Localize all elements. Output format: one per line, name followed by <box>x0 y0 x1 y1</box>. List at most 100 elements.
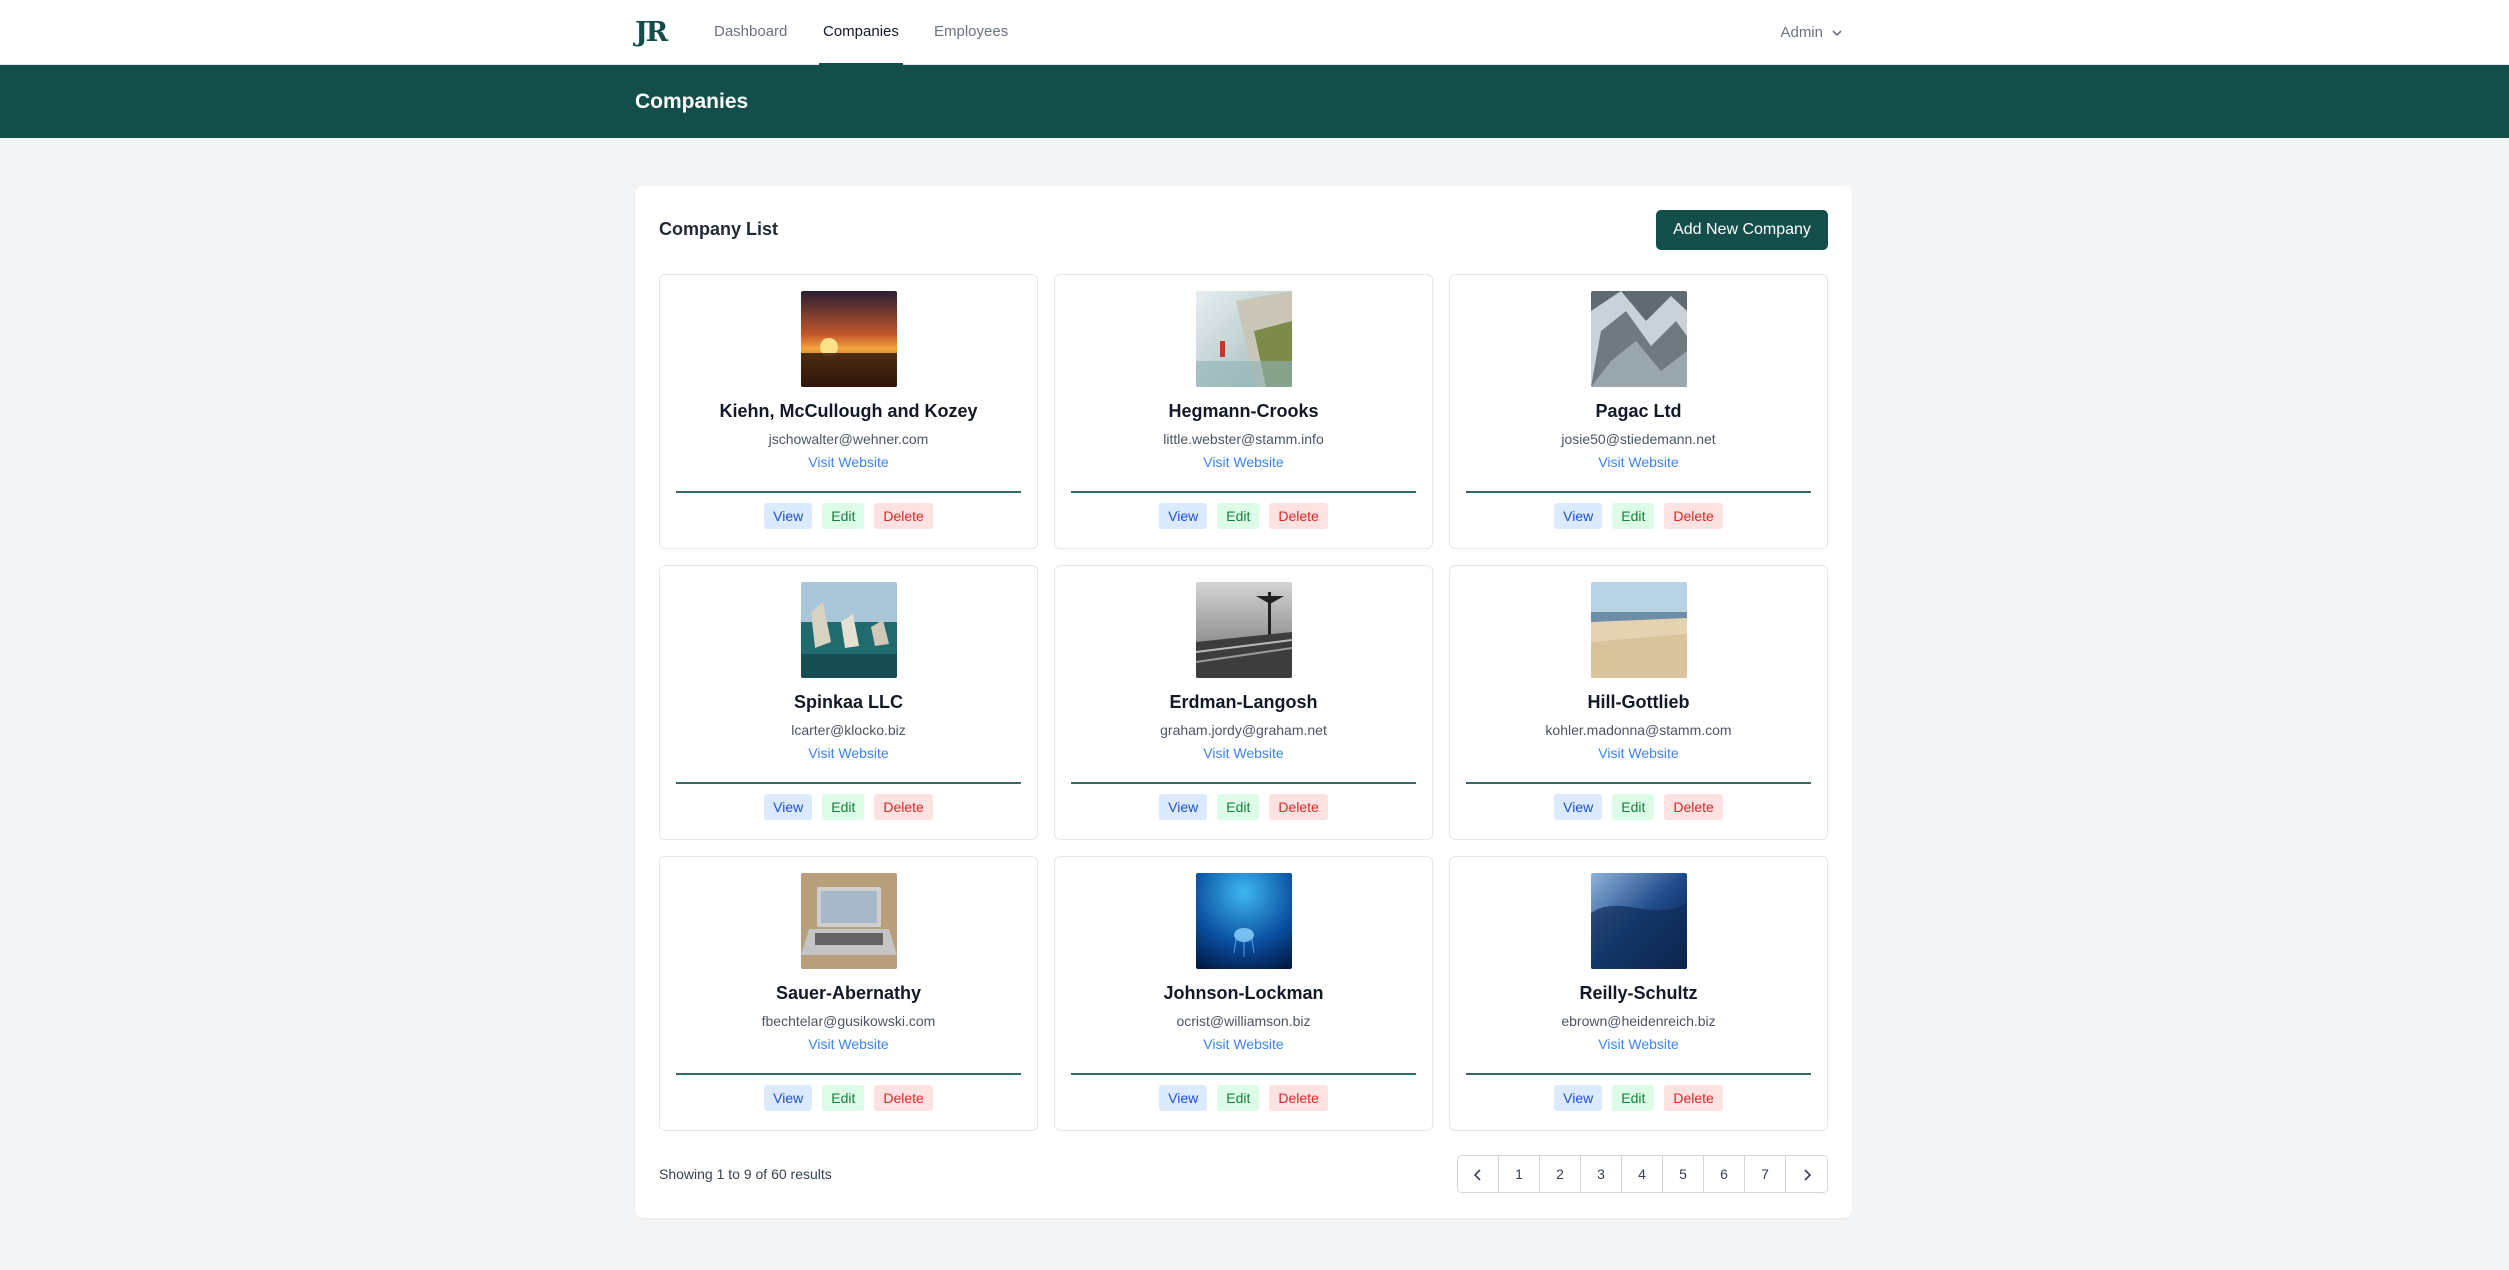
delete-button[interactable]: Delete <box>1664 1085 1723 1111</box>
user-name: Admin <box>1780 23 1823 41</box>
delete-button[interactable]: Delete <box>1269 503 1328 529</box>
edit-button[interactable]: Edit <box>1217 794 1260 820</box>
company-image[interactable] <box>1590 582 1687 678</box>
visit-website-link[interactable]: Visit Website <box>1598 1036 1678 1052</box>
company-email: ocrist@williamson.biz <box>1176 1013 1311 1029</box>
edit-button[interactable]: Edit <box>1612 1085 1655 1111</box>
company-image[interactable] <box>1195 582 1292 678</box>
edit-button[interactable]: Edit <box>822 1085 865 1111</box>
delete-button[interactable]: Delete <box>1664 794 1723 820</box>
card-divider <box>676 491 1021 493</box>
delete-button[interactable]: Delete <box>1269 794 1328 820</box>
company-name: Pagac Ltd <box>1595 401 1682 421</box>
visit-website-link[interactable]: Visit Website <box>808 745 888 761</box>
card-divider <box>1466 1073 1811 1075</box>
visit-website-link[interactable]: Visit Website <box>1203 745 1283 761</box>
edit-button[interactable]: Edit <box>1612 503 1655 529</box>
delete-button[interactable]: Delete <box>874 794 933 820</box>
company-card: Reilly-Schultz ebrown@heidenreich.biz Vi… <box>1449 856 1828 1131</box>
page-5-button[interactable]: 5 <box>1663 1156 1704 1192</box>
visit-website-link[interactable]: Visit Website <box>1598 745 1678 761</box>
company-card: Hegmann-Crooks little.webster@stamm.info… <box>1054 274 1433 549</box>
company-name: Spinkaa LLC <box>793 692 904 712</box>
nav-employees[interactable]: Employees <box>934 0 1008 65</box>
view-button[interactable]: View <box>764 503 813 529</box>
card-divider <box>1466 782 1811 784</box>
view-button[interactable]: View <box>1159 503 1208 529</box>
company-grid: Kiehn, McCullough and Kozey jschowalter@… <box>659 274 1828 1131</box>
chevron-right-icon <box>1803 1169 1811 1181</box>
edit-button[interactable]: Edit <box>822 794 865 820</box>
pagination: 1 2 3 4 5 6 7 <box>1457 1155 1828 1193</box>
company-email: little.webster@stamm.info <box>1163 431 1324 447</box>
company-card: Johnson-Lockman ocrist@williamson.biz Vi… <box>1054 856 1433 1131</box>
company-list-panel: Company List Add New Company Kiehn, McCu… <box>635 186 1852 1218</box>
card-divider <box>1071 782 1416 784</box>
nav-companies[interactable]: Companies <box>819 0 903 65</box>
company-image[interactable] <box>800 873 897 969</box>
visit-website-link[interactable]: Visit Website <box>808 1036 888 1052</box>
page-title: Companies <box>635 90 749 113</box>
company-card: Kiehn, McCullough and Kozey jschowalter@… <box>659 274 1038 549</box>
company-image[interactable] <box>800 291 897 387</box>
page-3-button[interactable]: 3 <box>1581 1156 1622 1192</box>
company-email: fbechtelar@gusikowski.com <box>761 1013 936 1029</box>
card-divider <box>1466 491 1811 493</box>
view-button[interactable]: View <box>764 1085 813 1111</box>
card-actions: View Edit Delete <box>660 794 1037 820</box>
previous-page-button[interactable] <box>1458 1156 1499 1192</box>
card-actions: View Edit Delete <box>660 503 1037 529</box>
delete-button[interactable]: Delete <box>1269 1085 1328 1111</box>
delete-button[interactable]: Delete <box>874 1085 933 1111</box>
next-page-button[interactable] <box>1786 1156 1827 1192</box>
company-email: ebrown@heidenreich.biz <box>1561 1013 1716 1029</box>
edit-button[interactable]: Edit <box>1217 1085 1260 1111</box>
results-summary: Showing 1 to 9 of 60 results <box>659 1166 832 1182</box>
company-image[interactable] <box>1590 873 1687 969</box>
company-name: Johnson-Lockman <box>1163 983 1324 1003</box>
card-divider <box>1071 491 1416 493</box>
view-button[interactable]: View <box>1554 794 1603 820</box>
company-image[interactable] <box>1195 291 1292 387</box>
page-4-button[interactable]: 4 <box>1622 1156 1663 1192</box>
visit-website-link[interactable]: Visit Website <box>1598 454 1678 470</box>
edit-button[interactable]: Edit <box>822 503 865 529</box>
view-button[interactable]: View <box>764 794 813 820</box>
company-email: jschowalter@wehner.com <box>768 431 929 447</box>
company-card: Pagac Ltd josie50@stiedemann.net Visit W… <box>1449 274 1828 549</box>
company-image[interactable] <box>1590 291 1687 387</box>
company-email: kohler.madonna@stamm.com <box>1545 722 1732 738</box>
view-button[interactable]: View <box>1159 1085 1208 1111</box>
page-6-button[interactable]: 6 <box>1704 1156 1745 1192</box>
view-button[interactable]: View <box>1159 794 1208 820</box>
user-menu[interactable]: Admin <box>1780 0 1843 65</box>
card-actions: View Edit Delete <box>1055 1085 1432 1111</box>
company-image[interactable] <box>1195 873 1292 969</box>
page-1-button[interactable]: 1 <box>1499 1156 1540 1192</box>
card-divider <box>1071 1073 1416 1075</box>
view-button[interactable]: View <box>1554 503 1603 529</box>
visit-website-link[interactable]: Visit Website <box>1203 1036 1283 1052</box>
company-name: Hill-Gottlieb <box>1587 692 1690 712</box>
page-2-button[interactable]: 2 <box>1540 1156 1581 1192</box>
chevron-left-icon <box>1473 1169 1481 1181</box>
nav-dashboard[interactable]: Dashboard <box>714 0 787 65</box>
add-company-button[interactable]: Add New Company <box>1656 210 1828 250</box>
visit-website-link[interactable]: Visit Website <box>1203 454 1283 470</box>
edit-button[interactable]: Edit <box>1612 794 1655 820</box>
panel-title: Company List <box>659 219 779 239</box>
chevron-down-icon <box>1832 29 1842 36</box>
card-actions: View Edit Delete <box>1450 794 1827 820</box>
card-divider <box>676 1073 1021 1075</box>
card-divider <box>676 782 1021 784</box>
company-image[interactable] <box>800 582 897 678</box>
delete-button[interactable]: Delete <box>874 503 933 529</box>
company-name: Kiehn, McCullough and Kozey <box>719 401 978 421</box>
visit-website-link[interactable]: Visit Website <box>808 454 888 470</box>
company-card: Hill-Gottlieb kohler.madonna@stamm.com V… <box>1449 565 1828 840</box>
logo[interactable]: JR <box>635 17 668 48</box>
edit-button[interactable]: Edit <box>1217 503 1260 529</box>
delete-button[interactable]: Delete <box>1664 503 1723 529</box>
view-button[interactable]: View <box>1554 1085 1603 1111</box>
page-7-button[interactable]: 7 <box>1745 1156 1786 1192</box>
